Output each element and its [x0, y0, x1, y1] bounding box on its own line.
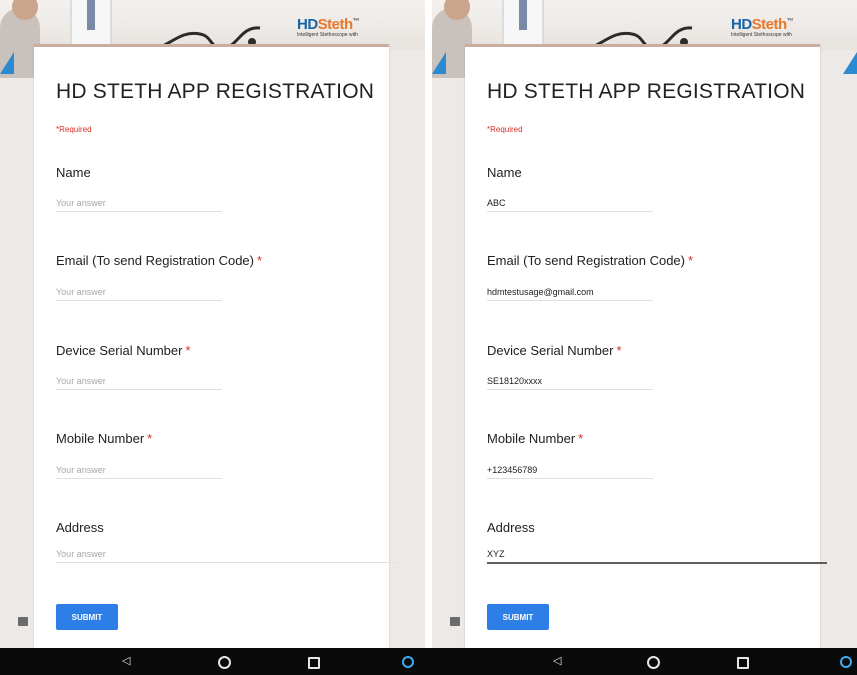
header-banner: HDSteth™ Intelligent Stethoscope with — [432, 0, 857, 78]
recents-square-icon[interactable] — [737, 657, 749, 669]
home-circle-icon[interactable] — [647, 656, 660, 669]
submit-button[interactable]: SUBMIT — [56, 604, 118, 630]
form-title: HD STETH APP REGISTRATION — [487, 80, 806, 103]
form-card: HD STETH APP REGISTRATION *Required Name… — [465, 44, 827, 649]
address-input[interactable] — [56, 546, 396, 563]
email-label: Email (To send Registration Code) * — [487, 253, 694, 268]
header-banner: HDSteth™ Intelligent Stethoscope with — [0, 0, 425, 78]
mobile-input[interactable] — [56, 462, 222, 479]
banner-corner-accent — [0, 52, 14, 74]
doctor-image — [70, 0, 112, 44]
serial-input[interactable] — [487, 373, 653, 390]
address-label: Address — [487, 520, 535, 535]
address-input[interactable] — [487, 546, 827, 564]
form-card: HD STETH APP REGISTRATION *Required Name… — [34, 44, 396, 649]
back-triangle-icon[interactable]: ◁ — [553, 655, 561, 668]
mobile-input[interactable] — [487, 462, 653, 479]
email-input[interactable] — [56, 284, 222, 301]
mobile-label: Mobile Number * — [56, 431, 153, 446]
form-title: HD STETH APP REGISTRATION — [56, 80, 375, 103]
serial-label: Device Serial Number * — [487, 343, 622, 358]
doctor-image — [502, 0, 544, 44]
address-label: Address — [56, 520, 104, 535]
mobile-label: Mobile Number * — [487, 431, 584, 446]
banner-corner-accent — [432, 52, 446, 74]
name-input[interactable] — [56, 195, 222, 212]
required-note: *Required — [56, 125, 92, 134]
form-screen-filled: HDSteth™ Intelligent Stethoscope with HD… — [432, 0, 857, 675]
name-input[interactable] — [487, 195, 653, 212]
feedback-icon[interactable] — [450, 617, 460, 626]
required-note: *Required — [487, 125, 523, 134]
serial-input[interactable] — [56, 373, 222, 390]
recents-square-icon[interactable] — [308, 657, 320, 669]
email-input[interactable] — [487, 284, 653, 301]
panel-divider — [425, 0, 432, 648]
android-navigation-bar: ◁ ◁ — [0, 648, 857, 675]
serial-label: Device Serial Number * — [56, 343, 191, 358]
name-label: Name — [487, 165, 522, 180]
home-circle-icon[interactable] — [218, 656, 231, 669]
hdsteth-logo: HDSteth™ Intelligent Stethoscope with — [297, 16, 360, 38]
banner-corner-accent-right — [843, 52, 857, 74]
submit-button[interactable]: SUBMIT — [487, 604, 549, 630]
hdsteth-logo: HDSteth™ Intelligent Stethoscope with — [731, 16, 794, 38]
form-screen-empty: HDSteth™ Intelligent Stethoscope with HD… — [0, 0, 425, 675]
assistant-ring-icon[interactable] — [402, 656, 414, 668]
name-label: Name — [56, 165, 91, 180]
email-label: Email (To send Registration Code) * — [56, 253, 263, 268]
back-triangle-icon[interactable]: ◁ — [122, 655, 130, 668]
feedback-icon[interactable] — [18, 617, 28, 626]
assistant-ring-icon[interactable] — [840, 656, 852, 668]
